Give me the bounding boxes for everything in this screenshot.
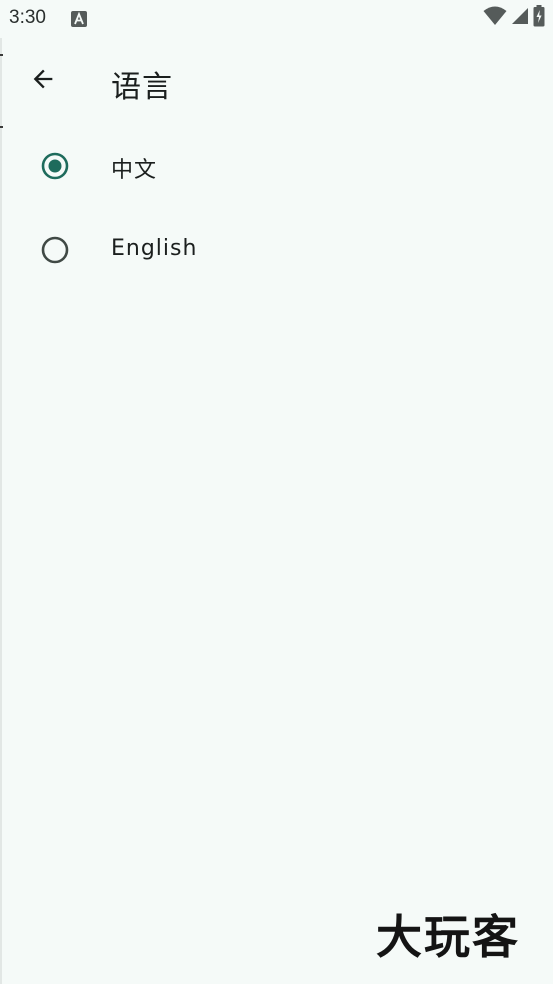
battery-charging-icon	[533, 5, 545, 31]
cellular-signal-icon	[511, 7, 529, 29]
page-title: 语言	[111, 70, 173, 105]
status-icons	[483, 5, 545, 31]
radio-selected-icon[interactable]	[41, 152, 69, 180]
status-bar: 3:30	[0, 0, 553, 38]
status-time: 3:30	[9, 7, 46, 28]
language-option-english[interactable]: English	[0, 208, 553, 292]
language-option-label: English	[111, 236, 198, 261]
a-notification-icon	[71, 11, 87, 27]
app-bar: 语言	[0, 38, 553, 124]
watermark-logo: 大玩客	[376, 910, 520, 964]
language-option-chinese[interactable]: 中文	[0, 124, 553, 208]
back-button[interactable]	[20, 58, 66, 104]
wifi-icon	[483, 6, 507, 30]
radio-unselected-icon[interactable]	[41, 236, 69, 264]
arrow-back-icon	[29, 65, 57, 97]
language-option-label: 中文	[111, 158, 158, 183]
